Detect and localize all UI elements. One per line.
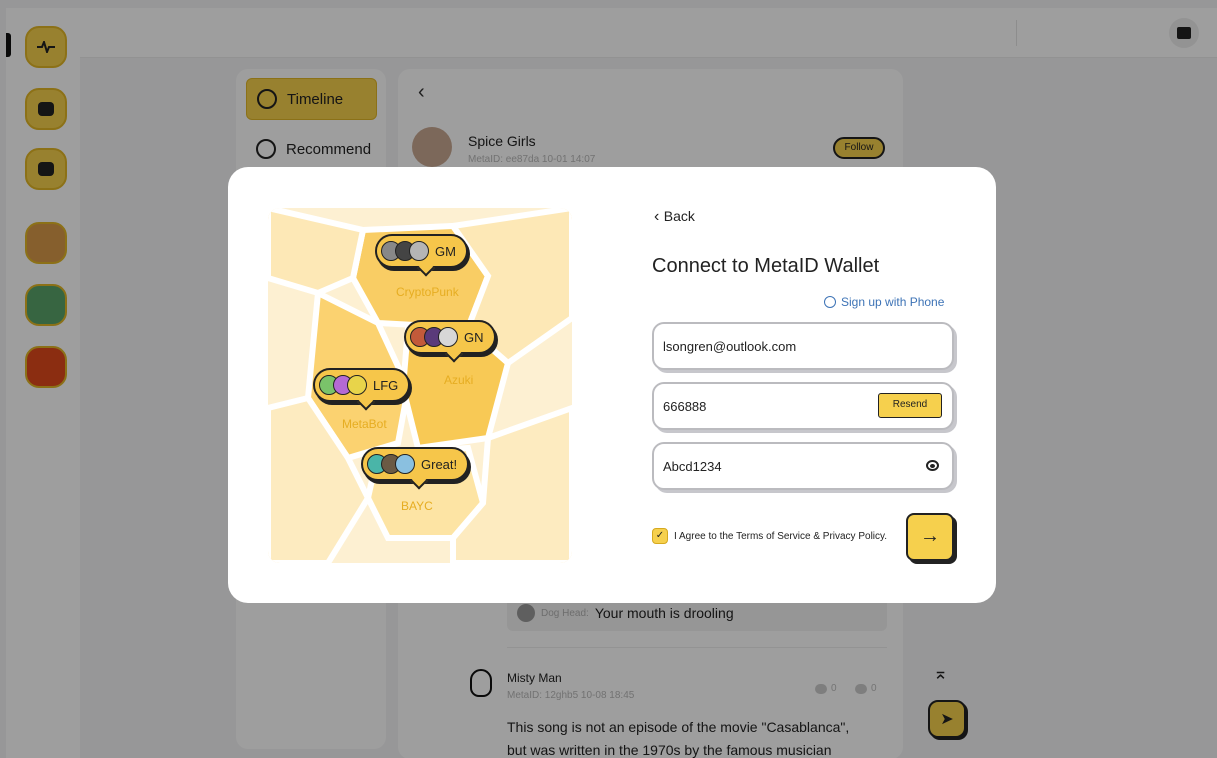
resend-button[interactable]: Resend xyxy=(878,393,942,418)
chat-bubble-great: Great! xyxy=(361,447,470,481)
bubble-text: LFG xyxy=(373,377,399,393)
signup-label: Sign up with Phone xyxy=(841,295,945,309)
email-value: lsongren@outlook.com xyxy=(663,338,797,354)
region-label: CryptoPunk xyxy=(396,285,459,299)
terms-agreement[interactable]: ✓ I Agree to the Terms of Service & Priv… xyxy=(652,528,887,544)
illustration: GM GN LFG Great! CryptoPunk Azuki MetaBo… xyxy=(268,208,572,563)
avatar-stack xyxy=(319,375,367,395)
checkbox-checked[interactable]: ✓ xyxy=(652,528,668,544)
chat-bubble-gm: GM xyxy=(375,234,468,268)
submit-arrow-button[interactable]: → xyxy=(906,513,954,561)
chat-bubble-lfg: LFG xyxy=(313,368,411,402)
connect-wallet-modal: GM GN LFG Great! CryptoPunk Azuki MetaBo… xyxy=(228,167,996,603)
signup-phone-link[interactable]: Sign up with Phone xyxy=(824,295,944,309)
region-label: BAYC xyxy=(401,499,433,513)
password-field[interactable]: Abcd1234 xyxy=(652,442,954,490)
bubble-text: GM xyxy=(435,243,456,259)
avatar-stack xyxy=(410,327,458,347)
bubble-text: GN xyxy=(464,329,484,345)
eye-icon[interactable] xyxy=(926,460,939,471)
avatar-stack xyxy=(367,454,415,474)
verification-code-field[interactable]: 666888 Resend xyxy=(652,382,954,430)
region-outline xyxy=(268,208,367,297)
code-value: 666888 xyxy=(663,398,707,414)
region-label: Azuki xyxy=(444,373,474,387)
password-value: Abcd1234 xyxy=(663,458,722,474)
terms-label: I Agree to the Terms of Service & Privac… xyxy=(674,530,888,542)
email-field[interactable]: lsongren@outlook.com xyxy=(652,322,954,370)
chevron-left-icon: ‹ xyxy=(654,208,664,225)
refresh-icon xyxy=(824,296,836,308)
modal-title: Connect to MetaID Wallet xyxy=(652,255,880,277)
avatar-stack xyxy=(381,241,429,261)
back-label: Back xyxy=(663,208,695,224)
bubble-text: Great! xyxy=(421,456,458,472)
back-button[interactable]: ‹ Back xyxy=(654,208,695,226)
chat-bubble-gn: GN xyxy=(404,320,496,354)
region-label: MetaBot xyxy=(342,417,387,431)
